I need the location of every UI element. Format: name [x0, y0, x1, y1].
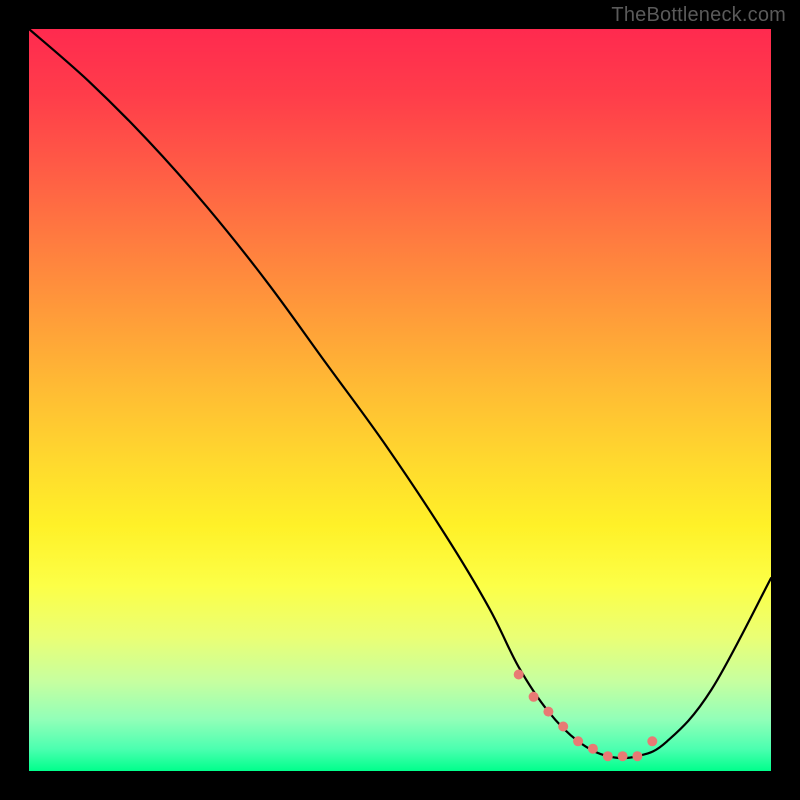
marker-dot — [529, 692, 539, 702]
marker-dot — [514, 670, 524, 680]
marker-dot — [647, 736, 657, 746]
marker-dot — [603, 751, 613, 761]
watermark-text: TheBottleneck.com — [611, 4, 786, 27]
marker-dot — [632, 751, 642, 761]
chart-svg — [29, 29, 771, 771]
chart-frame: TheBottleneck.com — [0, 0, 800, 800]
marker-dot — [618, 751, 628, 761]
marker-dot — [543, 707, 553, 717]
bottleneck-curve — [29, 29, 771, 758]
plot-area — [29, 29, 771, 771]
marker-dot — [573, 736, 583, 746]
marker-dot — [558, 722, 568, 732]
marker-dot — [588, 744, 598, 754]
